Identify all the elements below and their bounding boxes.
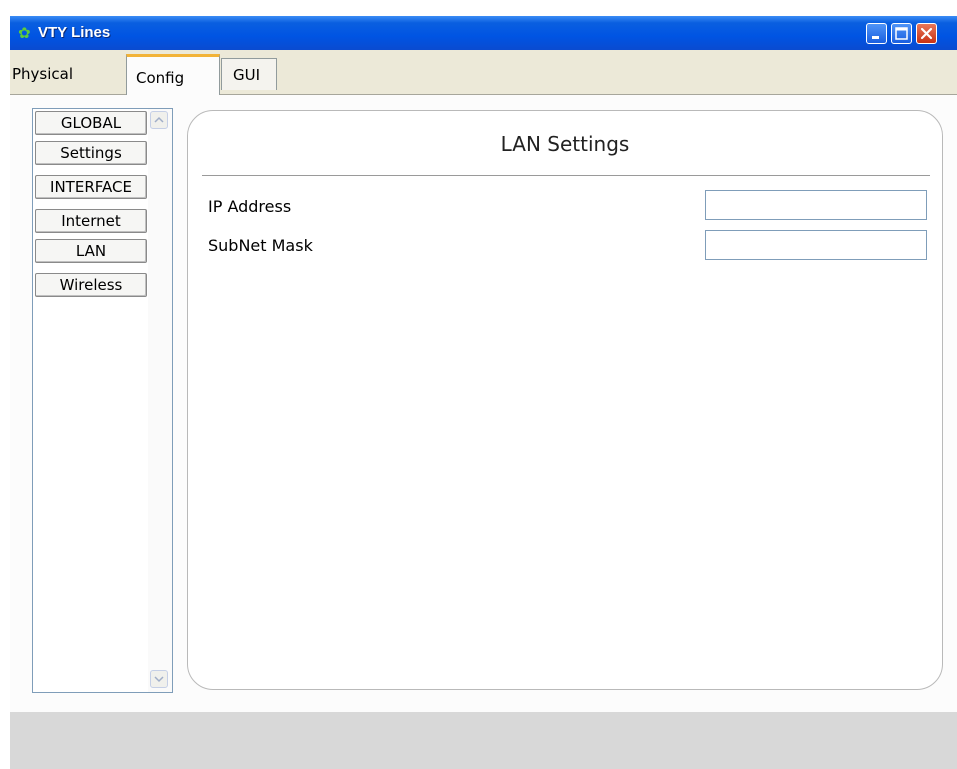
subnet-mask-label: SubNet Mask	[208, 236, 313, 255]
nav-item-internet[interactable]: Internet	[35, 209, 147, 233]
window-title: VTY Lines	[38, 24, 111, 41]
panel-title: LAN Settings	[500, 132, 630, 156]
nav-section-interface[interactable]: INTERFACE	[35, 175, 147, 199]
vty-lines-window: ✿ VTY Lines Physical Config GUI GLOBAL S…	[10, 16, 957, 769]
tab-config[interactable]: Config	[126, 54, 220, 95]
bottom-strip	[10, 712, 957, 769]
config-nav-list: GLOBAL Settings INTERFACE Internet LAN W…	[32, 108, 173, 693]
chevron-down-icon	[154, 676, 164, 683]
nav-scrollbar[interactable]	[148, 109, 172, 692]
subnet-mask-input[interactable]	[705, 230, 927, 260]
panel-divider	[202, 175, 930, 176]
ip-address-label: IP Address	[208, 197, 292, 216]
chevron-up-icon	[154, 116, 164, 123]
tab-gui[interactable]: GUI	[221, 58, 277, 90]
nav-section-global[interactable]: GLOBAL	[35, 111, 147, 135]
close-icon	[920, 27, 933, 40]
scroll-down-button[interactable]	[150, 670, 168, 688]
packet-tracer-app-icon: ✿	[18, 24, 31, 42]
title-bar[interactable]: ✿ VTY Lines	[10, 16, 957, 50]
minimize-icon	[872, 36, 879, 39]
nav-item-settings[interactable]: Settings	[35, 141, 147, 165]
nav-item-wireless[interactable]: Wireless	[35, 273, 147, 297]
lan-settings-panel: LAN Settings IP Address SubNet Mask	[187, 110, 943, 690]
tab-physical[interactable]: Physical	[12, 64, 73, 84]
maximize-button[interactable]	[891, 23, 912, 44]
tab-gui-label: GUI	[233, 66, 261, 84]
maximize-icon	[895, 27, 908, 40]
minimize-button[interactable]	[866, 23, 887, 44]
ip-address-input[interactable]	[705, 190, 927, 220]
tab-config-label: Config	[136, 69, 185, 87]
scroll-up-button[interactable]	[150, 111, 168, 129]
close-button[interactable]	[916, 23, 937, 44]
nav-item-lan[interactable]: LAN	[35, 239, 147, 263]
